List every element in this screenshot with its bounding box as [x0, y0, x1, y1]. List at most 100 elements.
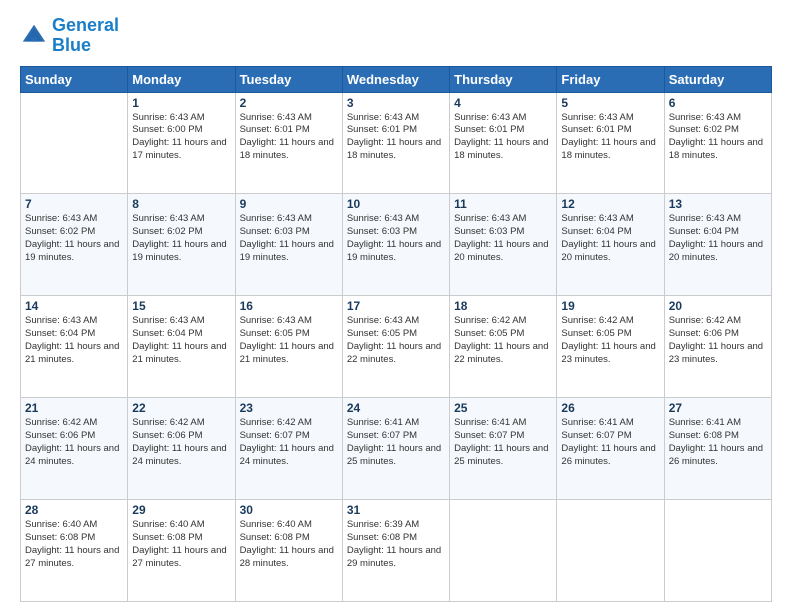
- day-info: Sunrise: 6:42 AMSunset: 6:06 PMDaylight:…: [132, 417, 230, 468]
- calendar-cell: 5 Sunrise: 6:43 AMSunset: 6:01 PMDaylight…: [557, 92, 664, 194]
- calendar-cell: 21 Sunrise: 6:42 AMSunset: 6:06 PMDayligh…: [21, 398, 128, 500]
- logo-area: General Blue: [20, 16, 119, 56]
- calendar-cell: 31 Sunrise: 6:39 AMSunset: 6:08 PMDayligh…: [342, 500, 449, 602]
- day-number: 15: [132, 299, 230, 313]
- day-number: 26: [561, 401, 659, 415]
- day-info: Sunrise: 6:43 AMSunset: 6:03 PMDaylight:…: [240, 213, 338, 264]
- calendar-cell: 1 Sunrise: 6:43 AMSunset: 6:00 PMDaylight…: [128, 92, 235, 194]
- calendar-header-monday: Monday: [128, 66, 235, 92]
- calendar-cell: 15 Sunrise: 6:43 AMSunset: 6:04 PMDayligh…: [128, 296, 235, 398]
- day-info: Sunrise: 6:39 AMSunset: 6:08 PMDaylight:…: [347, 519, 445, 570]
- day-info: Sunrise: 6:43 AMSunset: 6:01 PMDaylight:…: [454, 112, 552, 163]
- day-info: Sunrise: 6:43 AMSunset: 6:04 PMDaylight:…: [669, 213, 767, 264]
- day-number: 17: [347, 299, 445, 313]
- calendar-cell: 12 Sunrise: 6:43 AMSunset: 6:04 PMDayligh…: [557, 194, 664, 296]
- day-info: Sunrise: 6:43 AMSunset: 6:05 PMDaylight:…: [240, 315, 338, 366]
- day-info: Sunrise: 6:41 AMSunset: 6:07 PMDaylight:…: [561, 417, 659, 468]
- day-number: 12: [561, 197, 659, 211]
- day-info: Sunrise: 6:43 AMSunset: 6:01 PMDaylight:…: [347, 112, 445, 163]
- day-number: 27: [669, 401, 767, 415]
- calendar-header-saturday: Saturday: [664, 66, 771, 92]
- day-info: Sunrise: 6:41 AMSunset: 6:07 PMDaylight:…: [454, 417, 552, 468]
- day-info: Sunrise: 6:43 AMSunset: 6:03 PMDaylight:…: [454, 213, 552, 264]
- calendar-cell: 3 Sunrise: 6:43 AMSunset: 6:01 PMDaylight…: [342, 92, 449, 194]
- day-number: 23: [240, 401, 338, 415]
- calendar-cell: 25 Sunrise: 6:41 AMSunset: 6:07 PMDayligh…: [450, 398, 557, 500]
- calendar-cell: [664, 500, 771, 602]
- header: General Blue: [20, 16, 772, 56]
- calendar-cell: 9 Sunrise: 6:43 AMSunset: 6:03 PMDaylight…: [235, 194, 342, 296]
- day-number: 8: [132, 197, 230, 211]
- day-number: 7: [25, 197, 123, 211]
- logo-name: General Blue: [52, 16, 119, 56]
- day-info: Sunrise: 6:42 AMSunset: 6:06 PMDaylight:…: [669, 315, 767, 366]
- calendar-cell: [450, 500, 557, 602]
- calendar-cell: 19Sunrise: 6:42 AMSunset: 6:05 PMDayligh…: [557, 296, 664, 398]
- calendar-cell: 23Sunrise: 6:42 AMSunset: 6:07 PMDayligh…: [235, 398, 342, 500]
- calendar-cell: 14Sunrise: 6:43 AMSunset: 6:04 PMDayligh…: [21, 296, 128, 398]
- day-info: Sunrise: 6:43 AMSunset: 6:02 PMDaylight:…: [669, 112, 767, 163]
- calendar-cell: 2 Sunrise: 6:43 AMSunset: 6:01 PMDaylight…: [235, 92, 342, 194]
- calendar-cell: 18Sunrise: 6:42 AMSunset: 6:05 PMDayligh…: [450, 296, 557, 398]
- calendar-cell: 7 Sunrise: 6:43 AMSunset: 6:02 PMDaylight…: [21, 194, 128, 296]
- calendar-cell: 29Sunrise: 6:40 AMSunset: 6:08 PMDayligh…: [128, 500, 235, 602]
- day-number: 10: [347, 197, 445, 211]
- day-info: Sunrise: 6:40 AMSunset: 6:08 PMDaylight:…: [240, 519, 338, 570]
- day-number: 31: [347, 503, 445, 517]
- day-number: 24: [347, 401, 445, 415]
- day-number: 16: [240, 299, 338, 313]
- calendar-header-wednesday: Wednesday: [342, 66, 449, 92]
- calendar-week-row: 1 Sunrise: 6:43 AMSunset: 6:00 PMDaylight…: [21, 92, 772, 194]
- day-number: 29: [132, 503, 230, 517]
- day-number: 13: [669, 197, 767, 211]
- day-info: Sunrise: 6:40 AMSunset: 6:08 PMDaylight:…: [25, 519, 123, 570]
- day-info: Sunrise: 6:43 AMSunset: 6:04 PMDaylight:…: [132, 315, 230, 366]
- calendar-header-row: SundayMondayTuesdayWednesdayThursdayFrid…: [21, 66, 772, 92]
- calendar-cell: 10 Sunrise: 6:43 AMSunset: 6:03 PMDayligh…: [342, 194, 449, 296]
- day-info: Sunrise: 6:43 AMSunset: 6:02 PMDaylight:…: [132, 213, 230, 264]
- calendar-cell: [557, 500, 664, 602]
- calendar-cell: 22 Sunrise: 6:42 AMSunset: 6:06 PMDayligh…: [128, 398, 235, 500]
- calendar-cell: 17Sunrise: 6:43 AMSunset: 6:05 PMDayligh…: [342, 296, 449, 398]
- calendar-cell: 6Sunrise: 6:43 AMSunset: 6:02 PMDaylight…: [664, 92, 771, 194]
- calendar-table: SundayMondayTuesdayWednesdayThursdayFrid…: [20, 66, 772, 602]
- calendar-cell: 30Sunrise: 6:40 AMSunset: 6:08 PMDayligh…: [235, 500, 342, 602]
- day-info: Sunrise: 6:42 AMSunset: 6:05 PMDaylight:…: [561, 315, 659, 366]
- day-number: 22: [132, 401, 230, 415]
- calendar-cell: 27 Sunrise: 6:41 AMSunset: 6:08 PMDayligh…: [664, 398, 771, 500]
- day-info: Sunrise: 6:41 AMSunset: 6:08 PMDaylight:…: [669, 417, 767, 468]
- day-info: Sunrise: 6:42 AMSunset: 6:05 PMDaylight:…: [454, 315, 552, 366]
- day-info: Sunrise: 6:43 AMSunset: 6:04 PMDaylight:…: [25, 315, 123, 366]
- day-info: Sunrise: 6:43 AMSunset: 6:01 PMDaylight:…: [561, 112, 659, 163]
- day-info: Sunrise: 6:43 AMSunset: 6:00 PMDaylight:…: [132, 112, 230, 163]
- day-number: 11: [454, 197, 552, 211]
- calendar-cell: 26 Sunrise: 6:41 AMSunset: 6:07 PMDayligh…: [557, 398, 664, 500]
- day-number: 25: [454, 401, 552, 415]
- page: General Blue SundayMondayTuesdayWednesda…: [0, 0, 792, 612]
- day-number: 28: [25, 503, 123, 517]
- calendar-cell: 24 Sunrise: 6:41 AMSunset: 6:07 PMDayligh…: [342, 398, 449, 500]
- calendar-cell: 11 Sunrise: 6:43 AMSunset: 6:03 PMDayligh…: [450, 194, 557, 296]
- calendar-cell: 8 Sunrise: 6:43 AMSunset: 6:02 PMDaylight…: [128, 194, 235, 296]
- day-info: Sunrise: 6:43 AMSunset: 6:04 PMDaylight:…: [561, 213, 659, 264]
- day-info: Sunrise: 6:42 AMSunset: 6:06 PMDaylight:…: [25, 417, 123, 468]
- calendar-week-row: 14Sunrise: 6:43 AMSunset: 6:04 PMDayligh…: [21, 296, 772, 398]
- day-number: 1: [132, 96, 230, 110]
- day-info: Sunrise: 6:43 AMSunset: 6:01 PMDaylight:…: [240, 112, 338, 163]
- calendar-header-thursday: Thursday: [450, 66, 557, 92]
- calendar-header-tuesday: Tuesday: [235, 66, 342, 92]
- day-info: Sunrise: 6:43 AMSunset: 6:02 PMDaylight:…: [25, 213, 123, 264]
- day-number: 20: [669, 299, 767, 313]
- calendar-header-friday: Friday: [557, 66, 664, 92]
- day-number: 2: [240, 96, 338, 110]
- day-number: 3: [347, 96, 445, 110]
- day-info: Sunrise: 6:43 AMSunset: 6:03 PMDaylight:…: [347, 213, 445, 264]
- day-number: 9: [240, 197, 338, 211]
- day-info: Sunrise: 6:41 AMSunset: 6:07 PMDaylight:…: [347, 417, 445, 468]
- calendar-cell: 16 Sunrise: 6:43 AMSunset: 6:05 PMDayligh…: [235, 296, 342, 398]
- day-number: 21: [25, 401, 123, 415]
- day-number: 5: [561, 96, 659, 110]
- calendar-cell: 28 Sunrise: 6:40 AMSunset: 6:08 PMDayligh…: [21, 500, 128, 602]
- calendar-cell: 20 Sunrise: 6:42 AMSunset: 6:06 PMDayligh…: [664, 296, 771, 398]
- logo-icon: [20, 22, 48, 50]
